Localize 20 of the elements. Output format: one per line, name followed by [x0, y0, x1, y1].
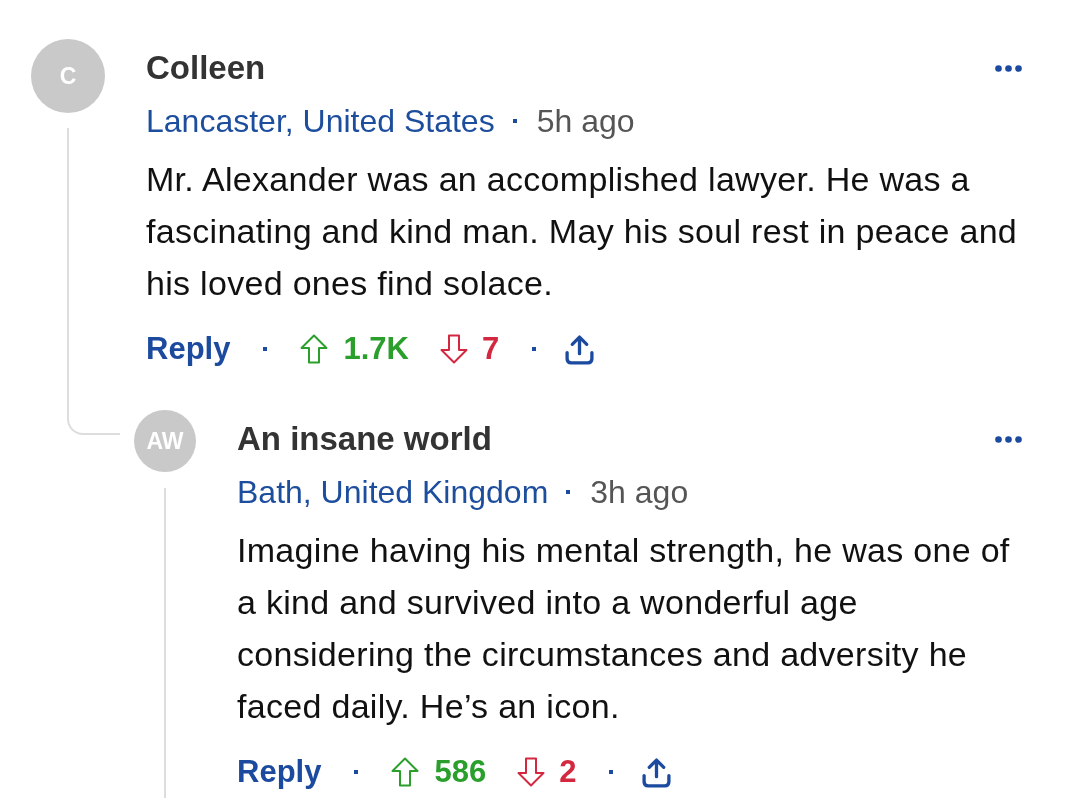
more-icon[interactable]	[995, 435, 1022, 443]
arrow-down-icon	[439, 334, 468, 364]
more-icon[interactable]	[995, 64, 1022, 72]
comment-text: Imagine having his mental strength, he was one of a kind and survived into a wonderful age considering the circumstances and adversity he faced daily. He’s an icon.	[237, 530, 1011, 727]
comment-text: Mr. Alexander was an accomplished lawyer. He was a fascinating and kind man. May his soul rest in peace and his loved ones find solace.	[146, 159, 1019, 304]
share-icon[interactable]	[641, 756, 673, 788]
arrow-up-icon	[391, 757, 420, 787]
downvote-button[interactable]: 2	[517, 752, 577, 792]
location-link[interactable]: Lancaster, United States	[146, 101, 495, 141]
reply-button[interactable]: Reply	[146, 329, 231, 369]
author-name: An insane world	[237, 419, 492, 459]
arrow-down-icon	[517, 757, 546, 787]
author-name: Colleen	[146, 48, 266, 88]
location-link[interactable]: Bath, United Kingdom	[237, 472, 549, 512]
arrow-up-icon	[300, 334, 329, 364]
downvote-button[interactable]: 7	[439, 329, 500, 369]
timestamp: 3h ago	[590, 473, 689, 512]
reply-button[interactable]: Reply	[237, 752, 322, 792]
share-icon[interactable]	[564, 333, 596, 365]
timestamp: 5h ago	[536, 102, 635, 141]
